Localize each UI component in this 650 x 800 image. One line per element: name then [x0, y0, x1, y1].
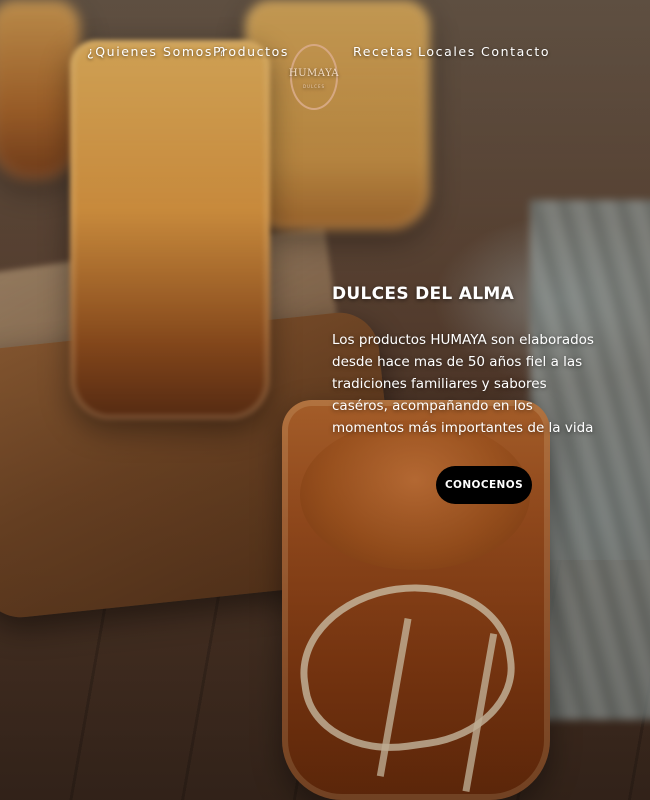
- conocenos-button[interactable]: CONOCENOS: [436, 466, 532, 504]
- nav-link-quienes-somos[interactable]: ¿Quienes Somos ?: [87, 44, 227, 59]
- nav-link-contacto[interactable]: Contacto: [481, 44, 550, 59]
- hero-description: Los productos HUMAYA son elaborados desd…: [332, 332, 594, 436]
- nav-link-recetas[interactable]: Recetas: [353, 44, 414, 59]
- logo-wordmark: HUMAYA: [288, 68, 340, 79]
- main-navigation: ¿Quienes Somos ? Productos HUMAYA DULCES…: [0, 0, 650, 110]
- logo-subtitle: DULCES: [302, 84, 326, 89]
- hero-title: DULCES DEL ALMA: [332, 284, 515, 304]
- brand-logo[interactable]: HUMAYA DULCES: [289, 44, 339, 110]
- nav-link-productos[interactable]: Productos: [213, 44, 289, 59]
- nav-link-locales[interactable]: Locales: [418, 44, 476, 59]
